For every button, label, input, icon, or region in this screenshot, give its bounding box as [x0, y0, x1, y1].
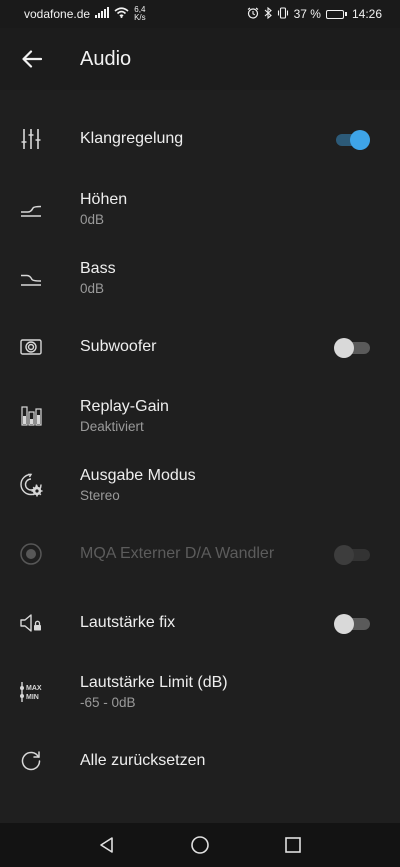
settings-list: Klangregelung Höhen 0dB Bass 0dB Subwoof… — [0, 104, 400, 795]
setting-texts: Höhen 0dB — [80, 191, 127, 227]
setting-bass[interactable]: Bass 0dB — [0, 243, 400, 312]
setting-value: Deaktiviert — [80, 418, 144, 434]
app-bar: Audio — [0, 28, 400, 90]
wifi-icon — [114, 7, 129, 21]
carrier-label: vodafone.de — [24, 7, 91, 21]
triangle-back-icon — [99, 837, 113, 853]
setting-subwoofer[interactable]: Subwoofer — [0, 312, 400, 381]
setting-label: Bass — [80, 259, 116, 277]
setting-texts: Lautstärke fix — [80, 614, 175, 632]
battery-percent: 37 % — [293, 7, 321, 21]
limit-icon-max: MAX — [26, 685, 42, 692]
setting-value: -65 - 0dB — [80, 694, 136, 710]
nav-home-button[interactable] — [180, 825, 220, 865]
speaker-lock-icon — [18, 610, 44, 636]
battery-icon — [325, 9, 347, 19]
setting-label: Lautstärke fix — [80, 613, 176, 631]
setting-label: Höhen — [80, 190, 128, 208]
setting-texts: Lautstärke Limit (dB) -65 - 0dB — [80, 674, 228, 710]
speaker-icon — [18, 334, 44, 360]
clock: 14:26 — [351, 7, 382, 21]
setting-texts: Klangregelung — [80, 130, 183, 148]
subwoofer-toggle[interactable] — [334, 337, 370, 358]
setting-lautstaerke-fix[interactable]: Lautstärke fix — [0, 588, 400, 657]
setting-value: 0dB — [80, 280, 105, 296]
bass-curve-icon — [18, 265, 44, 291]
page-title: Audio — [80, 47, 132, 70]
setting-label: Subwoofer — [80, 337, 157, 355]
setting-lautstaerke-limit[interactable]: MAX MIN Lautstärke Limit (dB) -65 - 0dB — [0, 657, 400, 726]
treble-curve-icon — [18, 196, 44, 222]
status-left: vodafone.de 6,4 K/s — [24, 6, 146, 22]
mqa-icon — [18, 541, 44, 567]
output-mode-gear-icon — [18, 472, 44, 498]
alarm-icon — [247, 7, 259, 22]
setting-texts: Replay-Gain Deaktiviert — [80, 398, 169, 434]
status-right: 37 % 14:26 — [247, 6, 382, 22]
nav-back-button[interactable] — [87, 825, 127, 865]
setting-mqa: MQA Externer D/A Wandler — [0, 519, 400, 588]
setting-reset[interactable]: Alle zurücksetzen — [0, 726, 400, 795]
setting-label: Ausgabe Modus — [80, 466, 196, 484]
volume-limit-icon: MAX MIN — [18, 679, 44, 705]
signal-icon — [95, 7, 110, 21]
setting-texts: Subwoofer — [80, 338, 157, 356]
bluetooth-icon — [264, 6, 272, 22]
setting-label: Replay-Gain — [80, 397, 169, 415]
circle-home-icon — [191, 836, 209, 854]
setting-ausgabe-modus[interactable]: Ausgabe Modus Stereo — [0, 450, 400, 519]
setting-texts: Bass 0dB — [80, 260, 116, 296]
limit-icon-min: MIN — [26, 694, 39, 701]
mqa-toggle — [334, 544, 370, 565]
setting-texts: Alle zurücksetzen — [80, 752, 205, 770]
setting-label: Alle zurücksetzen — [80, 751, 206, 769]
setting-replay-gain[interactable]: Replay-Gain Deaktiviert — [0, 381, 400, 450]
back-button[interactable] — [0, 28, 64, 90]
system-nav-bar — [0, 823, 400, 867]
klangregelung-toggle[interactable] — [334, 129, 370, 150]
vibrate-icon — [277, 6, 289, 22]
setting-label: Lautstärke Limit (dB) — [80, 673, 228, 691]
nav-recents-button[interactable] — [273, 825, 313, 865]
reset-icon — [18, 748, 44, 774]
setting-label: MQA Externer D/A Wandler — [80, 544, 275, 562]
setting-value: 0dB — [80, 211, 105, 227]
setting-hoehen[interactable]: Höhen 0dB — [0, 174, 400, 243]
network-speed-unit: K/s — [134, 13, 146, 22]
arrow-left-icon — [22, 50, 42, 68]
status-bar: vodafone.de 6,4 K/s 37 % 14:26 — [0, 0, 400, 28]
setting-label: Klangregelung — [80, 130, 184, 147]
setting-texts: MQA Externer D/A Wandler — [80, 545, 274, 563]
setting-value: Stereo — [80, 487, 120, 503]
level-meter-icon — [18, 403, 44, 429]
setting-texts: Ausgabe Modus Stereo — [80, 467, 196, 503]
equalizer-sliders-icon — [18, 126, 44, 152]
network-speed: 6,4 K/s — [134, 6, 146, 22]
lautstaerke-fix-toggle[interactable] — [334, 613, 370, 634]
setting-klangregelung[interactable]: Klangregelung — [0, 104, 400, 174]
square-recents-icon — [285, 837, 302, 853]
